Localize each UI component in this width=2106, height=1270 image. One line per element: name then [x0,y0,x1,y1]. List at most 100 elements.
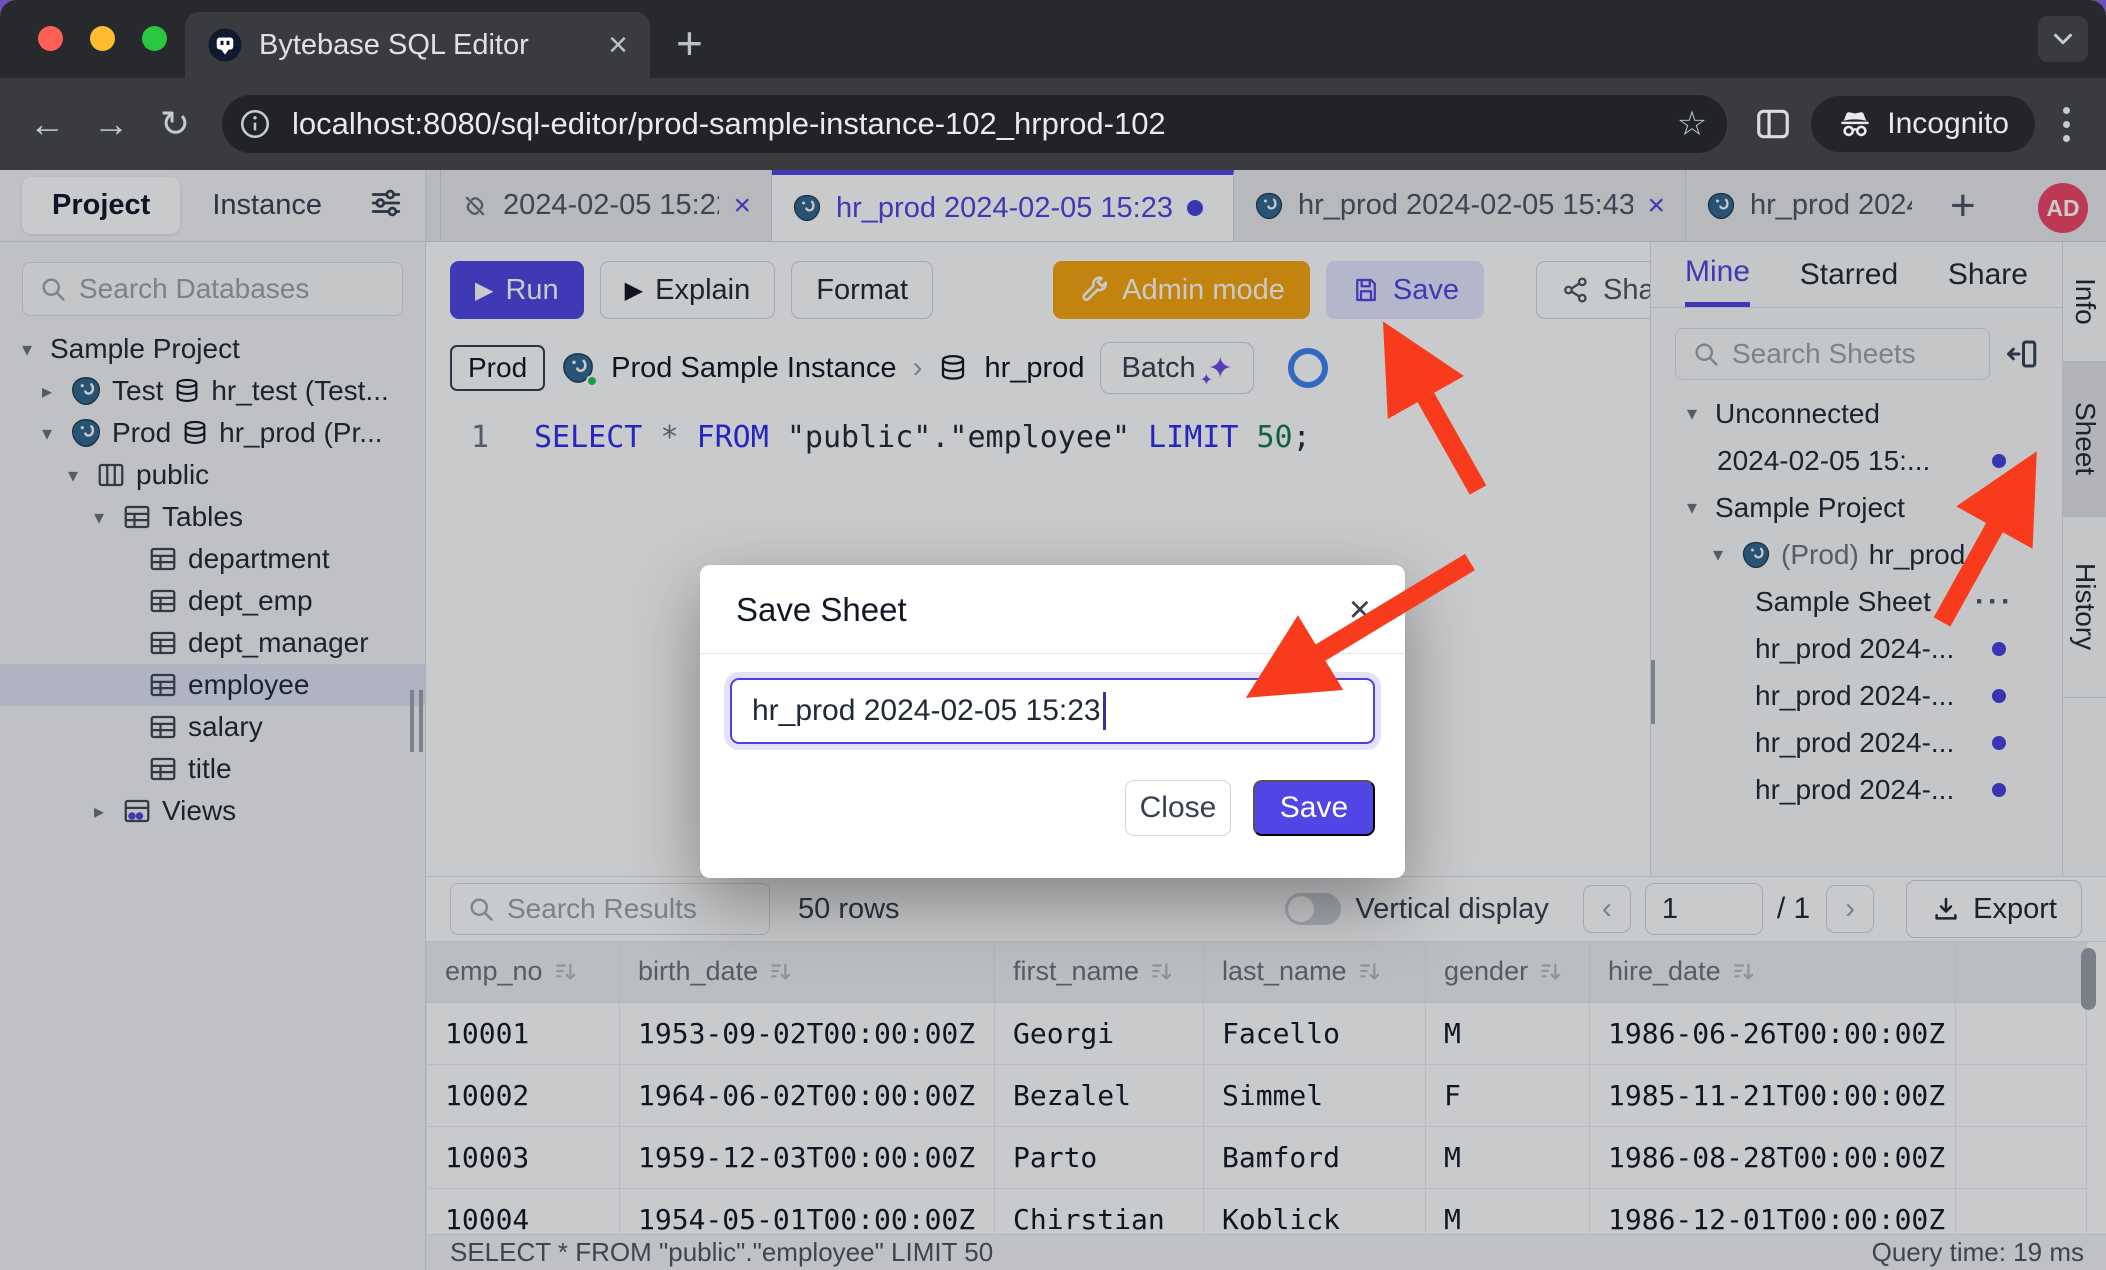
sheet-item[interactable]: hr_prod 2024-... [1651,625,2062,672]
close-tab-icon[interactable]: × [1647,189,1665,223]
page-number-input[interactable] [1645,883,1763,935]
cell[interactable]: 1964-06-02T00:00:00Z [620,1064,995,1126]
sheet-search[interactable]: Search Sheets [1675,328,1990,380]
caret-down-icon[interactable]: ▾ [14,337,40,362]
caret-down-icon[interactable]: ▾ [86,505,112,530]
reload-button[interactable]: ↻ [150,103,200,145]
tree-item-table-title[interactable]: title [0,748,425,790]
address-bar[interactable]: localhost:8080/sql-editor/prod-sample-in… [222,95,1727,153]
tree-item-test-db[interactable]: ▸ Test hr_test (Test... [0,370,425,412]
column-header[interactable]: first_name [995,942,1204,1002]
side-panel-icon[interactable] [1749,100,1797,148]
sheet-group-connection[interactable]: ▾ (Prod) hr_prod [1651,531,2062,578]
cell[interactable]: 1954-05-01T00:00:00Z [620,1188,995,1235]
sort-icon[interactable] [1357,959,1383,985]
query-tab-3[interactable]: hr_prod 2024-02-05 15:43 × [1234,170,1686,241]
close-tab-icon[interactable]: × [608,28,628,62]
cell[interactable]: 1985-11-21T00:00:00Z [1590,1064,1956,1126]
site-info-icon[interactable] [232,101,278,147]
table-row[interactable]: 10002 1964-06-02T00:00:00Z Bezalel Simme… [427,1064,2087,1126]
sheet-item[interactable]: hr_prod 2024-... [1651,719,2062,766]
cell[interactable]: 10003 [427,1126,620,1188]
tab-history[interactable]: History [2063,517,2106,698]
sheet-group-project[interactable]: ▾ Sample Project [1651,484,2062,531]
tab-mine[interactable]: Mine [1685,242,1750,307]
vertical-display-toggle[interactable] [1285,893,1341,925]
cell[interactable]: Simmel [1204,1064,1426,1126]
modal-save-button[interactable]: Save [1253,780,1375,836]
bookmark-star-icon[interactable]: ☆ [1677,104,1715,144]
tree-item-table-employee[interactable]: employee [0,664,425,706]
sidebar-resize-handle[interactable] [1651,660,1655,724]
query-tab-1[interactable]: 2024-02-05 15:22 × [440,170,772,241]
cell[interactable]: 1953-09-02T00:00:00Z [620,1002,995,1064]
close-tab-icon[interactable]: × [733,189,751,223]
explain-button[interactable]: ▶ Explain [600,261,776,319]
cell[interactable]: 1959-12-03T00:00:00Z [620,1126,995,1188]
format-button[interactable]: Format [791,261,933,319]
cell[interactable]: 1986-08-28T00:00:00Z [1590,1126,1956,1188]
database-search[interactable]: Search Databases [22,262,403,316]
caret-down-icon[interactable]: ▾ [1679,495,1705,520]
admin-mode-button[interactable]: Admin mode [1053,261,1310,319]
sort-icon[interactable] [768,959,794,985]
sheet-item[interactable]: 2024-02-05 15:... [1651,437,2062,484]
caret-right-icon[interactable]: ▸ [34,379,60,404]
save-button[interactable]: Save [1326,261,1484,319]
more-actions-icon[interactable]: ··· [1975,585,2014,619]
cell[interactable]: 10004 [427,1188,620,1235]
tree-item-prod-db[interactable]: ▾ Prod hr_prod (Pr... [0,412,425,454]
tab-sheet[interactable]: Sheet [2063,362,2106,517]
back-button[interactable]: ← [22,103,72,145]
query-tab-2-active[interactable]: hr_prod 2024-02-05 15:23 [772,170,1234,241]
caret-down-icon[interactable]: ▾ [1679,401,1705,426]
tab-info[interactable]: Info [2063,242,2106,362]
database-name[interactable]: hr_prod [984,352,1084,385]
cell[interactable]: 10001 [427,1002,620,1064]
user-avatar[interactable]: AD [2038,183,2088,233]
url-text[interactable]: localhost:8080/sql-editor/prod-sample-in… [292,106,1663,142]
sheet-title-input[interactable]: hr_prod 2024-02-05 15:23 [730,678,1375,744]
tree-item-table-dept-manager[interactable]: dept_manager [0,622,425,664]
cell[interactable]: 1986-12-01T00:00:00Z [1590,1188,1956,1235]
tab-search-button[interactable] [2038,16,2088,62]
cell[interactable]: Bezalel [995,1064,1204,1126]
browser-tab[interactable]: Bytebase SQL Editor × [185,12,650,78]
batch-button[interactable]: Batch ✦✦ [1100,342,1253,394]
tree-item-views-group[interactable]: ▸ Views [0,790,425,832]
query-tab-4[interactable]: hr_prod 2024-0 [1686,170,1932,241]
close-window-button[interactable] [38,26,63,51]
sort-icon[interactable] [1149,959,1175,985]
cell[interactable]: Parto [995,1126,1204,1188]
tab-project[interactable]: Project [22,177,180,234]
cell[interactable]: Koblick [1204,1188,1426,1235]
forward-button[interactable]: → [86,103,136,145]
help-ring-icon[interactable] [1288,348,1328,388]
cell[interactable]: M [1426,1126,1590,1188]
cell[interactable]: Georgi [995,1002,1204,1064]
sheet-group-unconnected[interactable]: ▾ Unconnected [1651,390,2062,437]
sort-icon[interactable] [1538,959,1564,985]
macos-traffic-lights[interactable] [38,26,167,51]
column-header[interactable]: emp_no [427,942,620,1002]
tree-item-tables-group[interactable]: ▾ Tables [0,496,425,538]
results-search[interactable]: Search Results [450,883,770,935]
column-header[interactable]: last_name [1204,942,1426,1002]
tab-starred[interactable]: Starred [1800,242,1898,307]
sidebar-resize-handle[interactable] [410,690,423,752]
sheet-item[interactable]: hr_prod 2024-... [1651,672,2062,719]
cell[interactable]: Facello [1204,1002,1426,1064]
cell[interactable]: 1986-06-26T00:00:00Z [1590,1002,1956,1064]
caret-down-icon[interactable]: ▾ [34,421,60,446]
instance-name[interactable]: Prod Sample Instance [611,352,896,385]
environment-badge[interactable]: Prod [450,345,545,391]
next-page-button[interactable]: › [1826,885,1874,933]
maximize-window-button[interactable] [142,26,167,51]
caret-right-icon[interactable]: ▸ [86,799,112,824]
tree-item-table-salary[interactable]: salary [0,706,425,748]
results-table-wrap[interactable]: emp_no birth_date first_name last_name g… [426,941,2106,1235]
filter-sliders-icon[interactable] [369,186,403,225]
cell[interactable]: M [1426,1188,1590,1235]
tree-item-schema-public[interactable]: ▾ public [0,454,425,496]
table-row[interactable]: 10001 1953-09-02T00:00:00Z Georgi Facell… [427,1002,2087,1064]
